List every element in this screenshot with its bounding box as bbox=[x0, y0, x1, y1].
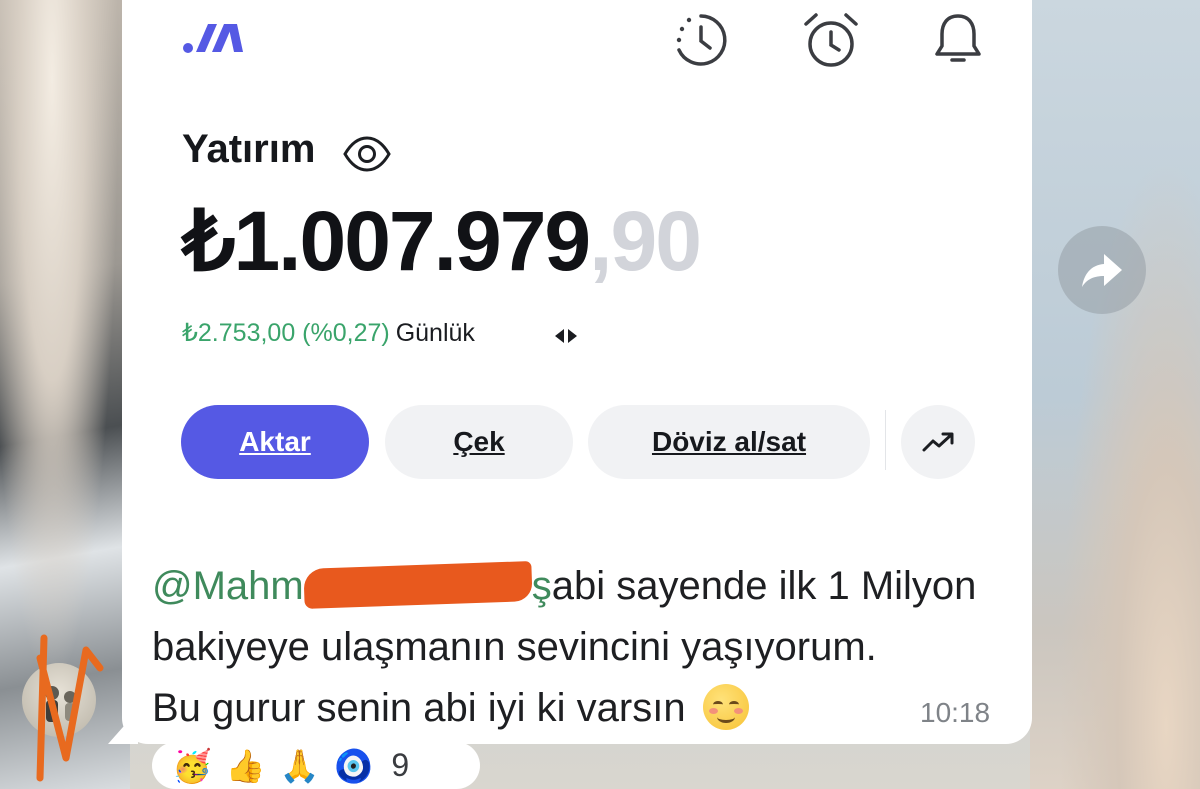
reaction-pray[interactable]: 🙏 bbox=[280, 746, 320, 786]
eye-icon[interactable] bbox=[342, 135, 392, 173]
reaction-thumbs-up[interactable]: 👍 bbox=[226, 746, 266, 786]
balance-cents: ,90 bbox=[589, 194, 702, 288]
alarm-icon[interactable] bbox=[800, 10, 862, 72]
reactions-bar[interactable]: 🥳 👍 🙏 🧿 9 bbox=[152, 742, 480, 789]
transfer-button[interactable]: Aktar bbox=[181, 405, 369, 479]
smiling-face-emoji bbox=[702, 684, 749, 730]
balance-main: ₺1.007.979 bbox=[182, 194, 591, 288]
forward-button[interactable] bbox=[1058, 226, 1146, 314]
history-icon[interactable] bbox=[671, 10, 731, 70]
actions-divider bbox=[885, 410, 886, 470]
swap-arrows-icon[interactable] bbox=[553, 327, 579, 345]
message-line-1: abi sayende ilk 1 Milyon bbox=[551, 564, 977, 608]
forward-icon bbox=[1082, 254, 1122, 287]
daily-period-label: Günlük bbox=[395, 319, 475, 347]
message-text: @Mahm şabi sayende ilk 1 Milyon bakiyeye … bbox=[152, 556, 1012, 739]
trend-up-icon bbox=[922, 432, 954, 452]
mention-end: ş bbox=[531, 564, 552, 608]
mention-start: @Mahm bbox=[152, 564, 304, 608]
daily-change-value: ₺2.753,00 (%0,27) bbox=[182, 319, 390, 347]
redaction-mark bbox=[303, 561, 533, 609]
balance-amount: ₺1.007.979,90 bbox=[182, 192, 702, 290]
fx-trade-button[interactable]: Döviz al/sat bbox=[588, 405, 870, 479]
reaction-evil-eye[interactable]: 🧿 bbox=[334, 746, 374, 786]
daily-change-row: ₺2.753,00 (%0,27) Günlük bbox=[182, 318, 475, 348]
message-time: 10:18 bbox=[920, 697, 991, 728]
message-line-2: bakiyeye ulaşmanın sevincini yaşıyorum. bbox=[152, 625, 877, 669]
trend-button[interactable] bbox=[901, 405, 975, 479]
avatar-scribble bbox=[36, 634, 104, 782]
reaction-party[interactable]: 🥳 bbox=[172, 746, 212, 786]
app-logo-icon bbox=[183, 24, 243, 53]
bell-icon[interactable] bbox=[930, 10, 986, 70]
withdraw-button[interactable]: Çek bbox=[385, 405, 573, 479]
portfolio-title: Yatırım bbox=[182, 127, 316, 171]
mention-link[interactable]: @Mahm ş bbox=[152, 561, 552, 609]
message-line-3: Bu gurur senin abi iyi ki varsın bbox=[152, 686, 686, 730]
wallpaper-right bbox=[1030, 0, 1200, 789]
reaction-count: 9 bbox=[391, 747, 410, 783]
